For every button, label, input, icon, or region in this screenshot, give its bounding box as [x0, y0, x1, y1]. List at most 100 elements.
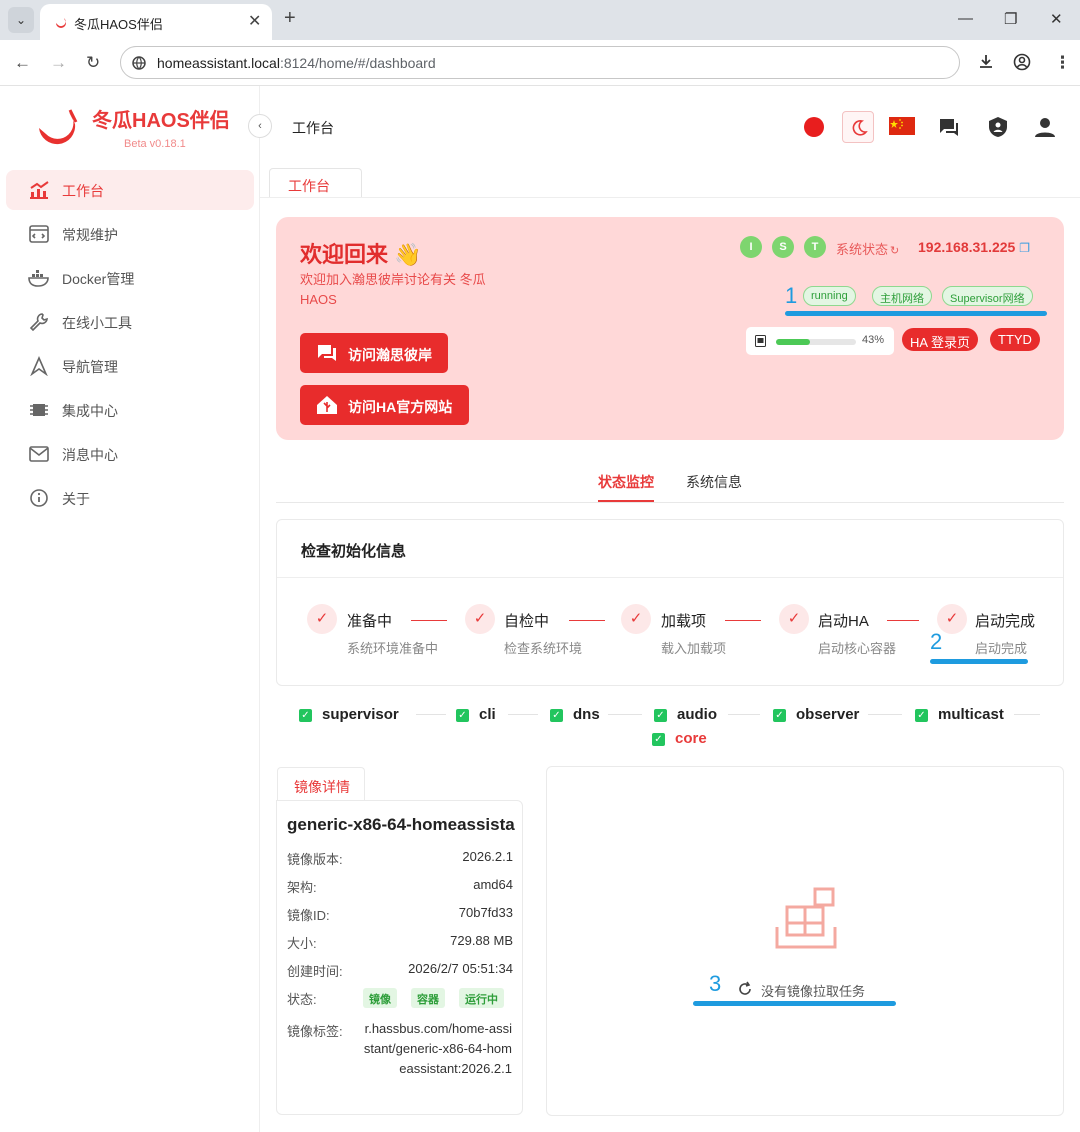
service-connector	[1014, 714, 1040, 715]
sidebar-item-maintenance[interactable]: 常规维护	[6, 214, 254, 254]
minimize-icon[interactable]: —	[958, 10, 973, 27]
tab-status-monitor[interactable]: 状态监控	[598, 472, 654, 492]
navigation-icon	[30, 356, 48, 376]
visit-ha-site-button[interactable]: 访问HA官方网站	[300, 385, 469, 425]
checkbox-checked-icon: ✓	[299, 709, 312, 722]
step-check-icon: ✓	[779, 604, 809, 634]
service-connector	[868, 714, 902, 715]
subtab-active-indicator	[598, 500, 654, 502]
sidebar-item-messages[interactable]: 消息中心	[6, 434, 254, 474]
empty-boxes-icon	[775, 887, 837, 949]
welcome-subtitle: 欢迎加入瀚思彼岸讨论有关 冬瓜HAOS	[300, 272, 486, 307]
china-flag-icon[interactable]	[889, 117, 915, 135]
home-assistant-icon	[317, 396, 337, 414]
image-id-row: 镜像ID: 70b7fd33	[287, 905, 513, 923]
new-tab-icon[interactable]: +	[284, 7, 296, 30]
close-window-icon[interactable]: ✕	[1050, 10, 1063, 28]
forward-icon[interactable]: →	[50, 53, 67, 73]
service-connector	[728, 714, 760, 715]
annotation-2: 2	[930, 629, 943, 654]
page-title: 工作台	[292, 120, 334, 136]
step-desc: 系统环境准备中	[347, 641, 439, 656]
profile-icon[interactable]	[1012, 52, 1032, 72]
reload-icon[interactable]: ↻	[86, 53, 100, 73]
brand-name: 冬瓜HAOS伴侣	[92, 110, 230, 132]
copy-icon[interactable]: ❐	[1019, 241, 1030, 255]
checkbox-checked-icon: ✓	[652, 733, 665, 746]
mail-icon	[29, 446, 49, 462]
step-desc: 载入加载项	[661, 641, 727, 656]
annotation-underline-1	[785, 311, 1047, 316]
status-tag-running: 运行中	[459, 988, 504, 1008]
record-dot-icon[interactable]	[803, 116, 825, 138]
checkbox-checked-icon: ✓	[456, 709, 469, 722]
card-divider	[277, 577, 1063, 578]
ip-address[interactable]: 192.168.31.225 ❐	[918, 239, 1030, 255]
service-connector	[508, 714, 538, 715]
site-info-icon[interactable]	[131, 55, 147, 71]
tab-title: 冬瓜HAOS伴侣	[74, 17, 163, 32]
shield-icon[interactable]	[987, 116, 1009, 138]
chat-icon[interactable]	[938, 116, 960, 138]
refresh-icon: ↻	[890, 245, 900, 257]
step-check-icon: ✓	[307, 604, 337, 634]
menu-kebab-icon[interactable]: ⋮	[1054, 53, 1071, 73]
image-arch-row: 架构: amd64	[287, 877, 513, 895]
status-tag-container: 容器	[411, 988, 445, 1008]
wrench-icon	[29, 313, 48, 332]
url-text: homeassistant.local:8124/home/#/dashboar…	[157, 55, 436, 71]
step-title: 准备中	[347, 613, 393, 630]
refresh-icon[interactable]	[737, 981, 753, 997]
no-pull-tasks-text: 没有镜像拉取任务	[761, 984, 866, 999]
sidebar: 冬瓜HAOS伴侣 Beta v0.18.1 工作台 常规维护 Docker管理 …	[0, 86, 272, 1132]
restore-icon[interactable]: ❐	[1004, 10, 1017, 28]
status-dot-i: I	[740, 236, 762, 258]
tab-image-details[interactable]: 镜像详情	[277, 767, 365, 801]
status-dot-t: T	[804, 236, 826, 258]
sidebar-item-navigation[interactable]: 导航管理	[6, 346, 254, 386]
chat-icon	[318, 345, 336, 361]
collapse-sidebar-button[interactable]: ‹	[248, 114, 272, 138]
chip-icon	[30, 404, 48, 416]
image-version-row: 镜像版本: 2026.2.1	[287, 849, 513, 867]
browser-tab[interactable]: 冬瓜HAOS伴侣 ✕	[40, 4, 272, 40]
supervisor-network-chip: Supervisor网络	[942, 286, 1033, 306]
close-tab-icon[interactable]: ✕	[248, 11, 261, 31]
welcome-banner: 欢迎回来 👋 欢迎加入瀚思彼岸讨论有关 冬瓜HAOS 访问瀚思彼岸 访问HA官方…	[276, 217, 1064, 440]
visit-forum-button[interactable]: 访问瀚思彼岸	[300, 333, 448, 373]
step-title: 加载项	[661, 613, 707, 630]
step-desc: 检查系统环境	[504, 641, 583, 656]
back-icon[interactable]: ←	[14, 53, 31, 73]
address-bar: ← → ↻ homeassistant.local:8124/home/#/da…	[0, 40, 1080, 86]
checkbox-checked-icon: ✓	[550, 709, 563, 722]
ttyd-button[interactable]: TTYD	[990, 328, 1040, 351]
dark-mode-toggle[interactable]	[842, 111, 874, 143]
maintenance-icon	[29, 225, 49, 243]
user-icon[interactable]	[1034, 116, 1056, 138]
sidebar-item-dashboard[interactable]: 工作台	[6, 170, 254, 210]
system-status-link[interactable]: 系统状态 ↻	[836, 239, 899, 258]
download-icon[interactable]	[976, 52, 996, 72]
step-connector	[569, 620, 605, 621]
url-field[interactable]: homeassistant.local:8124/home/#/dashboar…	[120, 46, 960, 79]
ha-login-button[interactable]: HA 登录页	[902, 328, 978, 351]
disk-usage: 43%	[746, 327, 894, 355]
info-icon	[30, 489, 48, 507]
chevron-left-icon: ‹	[258, 120, 262, 132]
tab-dashboard[interactable]: 工作台	[269, 168, 362, 198]
step-desc: 启动完成	[975, 641, 1028, 656]
checkbox-checked-icon: ✓	[773, 709, 786, 722]
service-audio: ✓ audio	[654, 706, 717, 723]
service-dns: ✓ dns	[550, 706, 600, 723]
disk-percent: 43%	[862, 334, 885, 346]
sidebar-item-about[interactable]: 关于	[6, 478, 254, 518]
sidebar-item-tools[interactable]: 在线小工具	[6, 302, 254, 342]
service-multicast: ✓ multicast	[915, 706, 1004, 723]
sidebar-item-integrations[interactable]: 集成中心	[6, 390, 254, 430]
tab-system-info[interactable]: 系统信息	[686, 472, 742, 492]
image-name: generic-x86-64-homeassistant	[287, 815, 515, 834]
sidebar-item-docker[interactable]: Docker管理	[6, 258, 254, 298]
status-dot-s: S	[772, 236, 794, 258]
tab-list-dropdown[interactable]: ⌄	[8, 7, 34, 33]
image-size-row: 大小: 729.88 MB	[287, 933, 513, 951]
